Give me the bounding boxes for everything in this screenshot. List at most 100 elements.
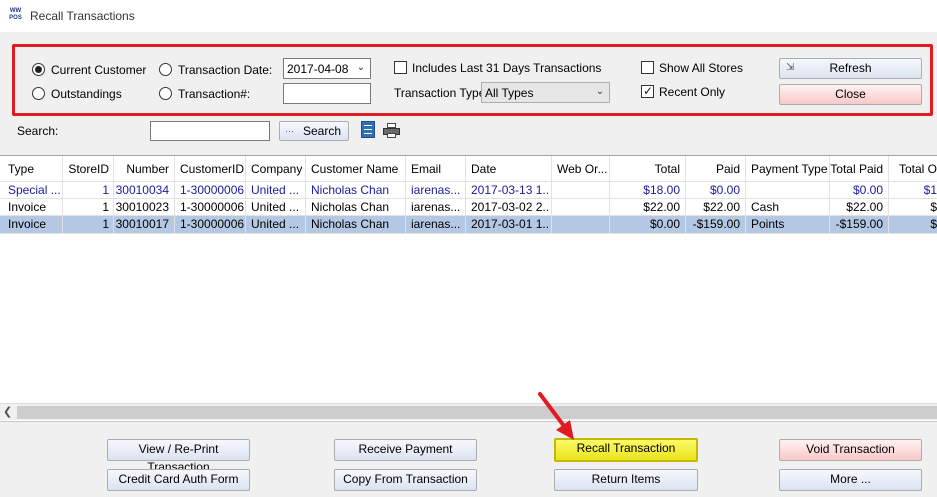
annotation-arrow-icon [538,392,574,440]
cell-customerid: 1-30000006 [180,217,244,231]
transactions-grid[interactable]: Type StoreID Number CustomerID Company C… [0,155,937,421]
copy-from-transaction-label: Copy From Transaction [343,472,468,486]
cell-total-paid: $22.00 [846,200,883,214]
table-row[interactable]: Special ... 1 30010034 1-30000006 United ...… [0,182,937,199]
search-button-label: Search [302,124,342,138]
current-customer-radio[interactable] [32,63,45,76]
table-row[interactable]: Invoice 1 30010017 1-30000006 United ... Nich… [0,216,937,233]
transaction-date-label: Transaction Date: [178,63,273,77]
column-header-storeid[interactable]: StoreID [62,161,109,178]
column-header-payment-type[interactable]: Payment Type [751,161,828,178]
return-items-button[interactable]: Return Items [554,469,698,491]
cell-storeid: 1 [102,183,109,197]
chevron-down-icon[interactable]: ⌄ [594,86,606,98]
close-button-label: Close [835,87,866,101]
void-transaction-button[interactable]: Void Transaction [779,439,922,461]
close-button[interactable]: Close [779,84,922,105]
receive-payment-label: Receive Payment [358,442,453,456]
more-button-label: More ... [830,472,871,486]
cell-type: Invoice [8,217,47,231]
cell-payment-type: Points [751,217,785,231]
void-transaction-label: Void Transaction [806,442,895,456]
cell-total-outstanding: $ [930,217,937,231]
cell-type: Special ... [8,183,61,197]
cell-date: 2017-03-02 2... [471,200,549,214]
copy-from-transaction-button[interactable]: Copy From Transaction [334,469,477,491]
cell-total: $18.00 [643,183,680,197]
cell-total: $0.00 [649,217,680,231]
search-button[interactable]: ⋯ Search [279,121,349,141]
cell-total-outstanding: $ [930,200,937,214]
view-reprint-transaction-button[interactable]: View / Re-Print Transaction [107,439,250,474]
cell-company: United ... [251,217,300,231]
transaction-type-label: Transaction Type: [394,86,489,100]
cell-web-order [557,199,607,216]
table-row[interactable]: Invoice 1 30010023 1-30000006 United ... Nich… [0,199,937,216]
recent-only-checkbox[interactable]: ✓ [641,85,654,98]
cell-customer-name: Nicholas Chan [311,183,390,197]
title-bar: WW POS Recall Transactions [0,0,937,32]
cell-email: iarenas... [411,183,461,197]
outstandings-radio[interactable] [32,87,45,100]
checkmark-icon: ✓ [643,84,654,98]
more-button[interactable]: More ... [779,469,922,491]
cell-total: $22.00 [643,200,680,214]
current-customer-label: Current Customer [51,63,147,77]
column-header-customer-name[interactable]: Customer Name [311,161,398,178]
show-all-stores-checkbox[interactable] [641,61,654,74]
cell-company: United ... [251,200,300,214]
cell-storeid: 1 [102,217,109,231]
cell-company: United ... [251,183,300,197]
cell-payment-type: Cash [751,200,780,214]
transaction-type-value: All Types [485,86,534,100]
transaction-number-radio[interactable] [159,87,172,100]
cell-web-order [557,182,607,199]
cell-date: 2017-03-01 1... [471,217,549,231]
column-header-number[interactable]: Number [113,161,169,178]
column-header-email[interactable]: Email [411,161,441,178]
cell-total-paid: $0.00 [852,183,883,197]
column-header-type[interactable]: Type [8,161,34,178]
search-label: Search: [17,124,59,138]
column-header-customerid[interactable]: CustomerID [180,161,244,178]
transaction-date-radio[interactable] [159,63,172,76]
printer-icon[interactable] [383,123,400,138]
search-input[interactable] [150,121,270,141]
column-header-total-outstanding[interactable]: Total O [888,161,937,178]
cell-customerid: 1-30000006 [180,183,244,197]
receive-payment-button[interactable]: Receive Payment [334,439,477,461]
cell-total-paid: -$159.00 [835,217,883,231]
recall-transaction-label: Recall Transaction [576,441,676,455]
cell-customer-name: Nicholas Chan [311,200,390,214]
app-logo-icon: WW POS [9,8,22,21]
cell-total-outstanding: $1 [923,183,937,197]
horizontal-scrollbar[interactable]: ❮ [0,403,937,420]
document-icon[interactable] [361,121,375,138]
cell-number: 30010023 [115,200,169,214]
column-header-web-order[interactable]: Web Or... [557,161,607,178]
show-all-stores-label: Show All Stores [659,61,744,75]
refresh-button-label: Refresh [829,61,872,75]
scrollbar-thumb[interactable] [17,406,937,419]
transaction-type-select[interactable]: All Types ⌄ [481,82,610,103]
cell-email: iarenas... [411,217,461,231]
cell-web-order [557,216,607,233]
column-header-paid[interactable]: Paid [685,161,740,178]
chevron-left-icon[interactable]: ❮ [3,405,12,418]
column-header-total[interactable]: Total [609,161,680,178]
credit-card-auth-form-button[interactable]: Credit Card Auth Form [107,469,250,491]
refresh-button[interactable]: ⇲ Refresh [779,58,922,79]
credit-card-auth-form-label: Credit Card Auth Form [118,472,239,486]
chevron-down-icon[interactable]: ⌄ [355,62,367,74]
transaction-date-picker[interactable]: 2017-04-08 ⌄ [283,58,371,79]
transaction-number-input[interactable] [283,83,371,104]
search-icon: ⋯ [285,126,294,136]
return-items-label: Return Items [591,472,661,486]
column-header-total-paid[interactable]: Total Paid [829,161,883,178]
includes-31-days-checkbox[interactable] [394,61,407,74]
cell-email: iarenas... [411,200,461,214]
cell-storeid: 1 [102,200,109,214]
column-header-company[interactable]: Company [251,161,302,178]
column-header-date[interactable]: Date [471,161,496,178]
cell-number: 30010034 [115,183,169,197]
